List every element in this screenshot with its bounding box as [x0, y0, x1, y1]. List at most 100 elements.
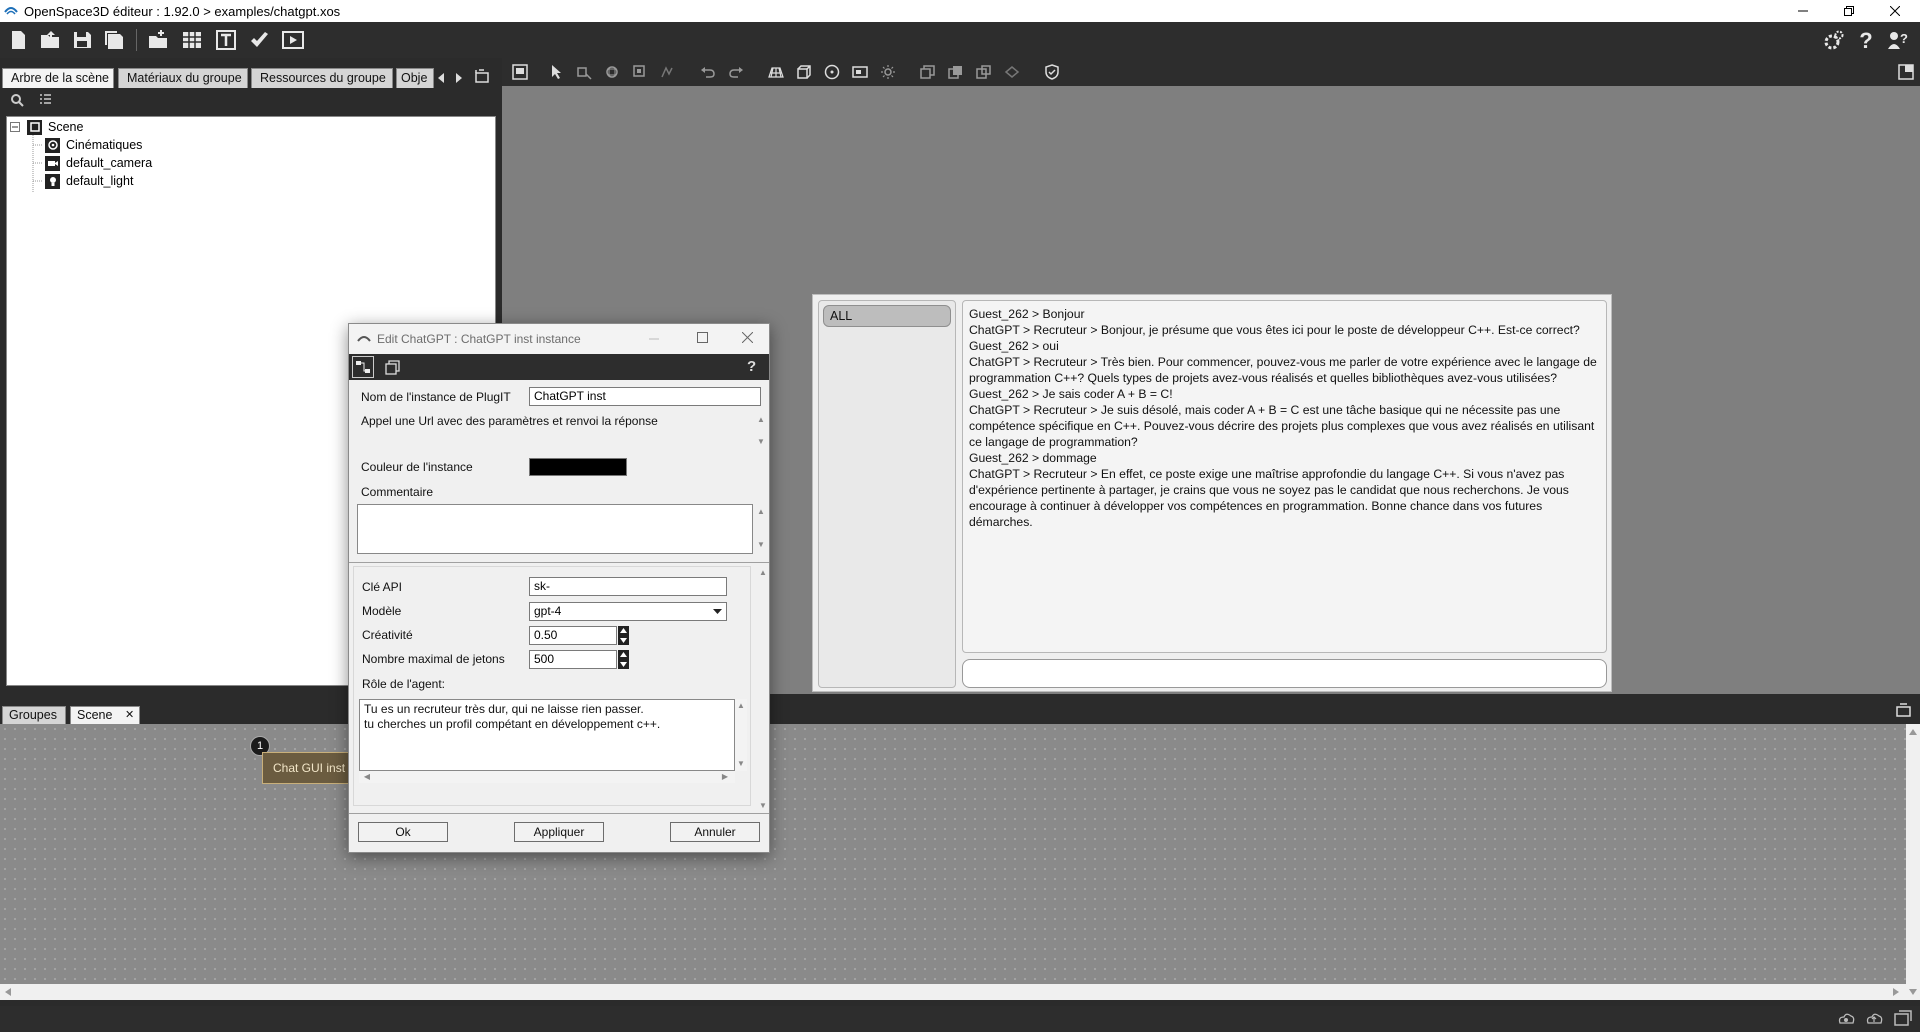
text-editor-button[interactable] [214, 28, 238, 52]
move-tool-button[interactable] [574, 63, 594, 81]
viewport-detach-button[interactable] [1896, 63, 1916, 81]
scroll-up-icon[interactable]: ▲ [735, 701, 747, 710]
scale-tool-button[interactable] [630, 63, 650, 81]
fullscreen-icon[interactable] [1894, 1010, 1912, 1028]
tab-scene[interactable]: Scene ✕ [70, 706, 140, 724]
undo-button[interactable] [698, 63, 718, 81]
graph-detach-icon[interactable] [1896, 702, 1912, 718]
cancel-button[interactable]: Annuler [670, 822, 760, 842]
save-button[interactable] [70, 28, 94, 52]
save-as-button[interactable] [102, 28, 126, 52]
restore-button[interactable] [1826, 0, 1872, 22]
model-select[interactable]: gpt-4 [529, 602, 727, 621]
chat-channel-all[interactable]: ALL [823, 305, 951, 327]
cloud-upload-icon[interactable] [1864, 1009, 1884, 1029]
search-icon[interactable] [10, 93, 24, 107]
shield-button[interactable] [1042, 63, 1062, 81]
tools-button[interactable] [247, 28, 271, 52]
redo-button[interactable] [726, 63, 746, 81]
run-button[interactable] [281, 28, 305, 52]
instance-name-input[interactable]: ChatGPT inst [529, 387, 761, 406]
tree-item-scene[interactable]: Scene [27, 118, 83, 136]
creativity-spinner[interactable]: 0.50 [529, 626, 617, 645]
agent-role-vscroll[interactable]: ▲ ▼ [735, 699, 747, 771]
tab-scroll-right-icon[interactable] [454, 72, 464, 84]
help-button[interactable]: ? [1854, 28, 1878, 52]
plugit-node-chat-gui[interactable]: Chat GUI inst [262, 752, 354, 784]
camera-view-button[interactable] [850, 63, 870, 81]
dialog-close-icon[interactable] [742, 332, 753, 343]
physics-button[interactable] [1002, 63, 1022, 81]
max-tokens-spinner[interactable]: 500 [529, 650, 617, 669]
settings-button[interactable] [1822, 28, 1846, 52]
stepper-down-icon[interactable] [620, 638, 627, 643]
comment-scroll-up-icon[interactable]: ▲ [755, 507, 767, 516]
layer-back-button[interactable] [946, 63, 966, 81]
dialog-minimize-icon[interactable] [649, 337, 659, 341]
graph-vertical-scrollbar[interactable] [1906, 724, 1920, 1000]
scroll-left-icon[interactable] [4, 988, 12, 996]
close-window-button[interactable] [1872, 0, 1918, 22]
stepper-up-icon[interactable] [620, 652, 627, 657]
copy-pages-icon[interactable] [385, 360, 401, 376]
instance-color-swatch[interactable] [529, 458, 627, 476]
ok-button[interactable]: Ok [358, 822, 448, 842]
tree-options-icon[interactable] [38, 93, 52, 107]
max-tokens-label: Nombre maximal de jetons [362, 652, 505, 666]
grid-view-button[interactable] [766, 63, 786, 81]
tab-scene-tree[interactable]: Arbre de la scène [2, 68, 114, 88]
graph-horizontal-scrollbar[interactable] [0, 984, 1906, 1000]
tree-item-cinematics[interactable]: Cinématiques [45, 136, 142, 154]
tree-item-default-camera[interactable]: default_camera [45, 154, 152, 172]
agent-role-hscroll[interactable]: ◀ ▶ [359, 771, 735, 783]
collapse-icon[interactable] [10, 122, 20, 132]
new-project-button[interactable] [6, 28, 30, 52]
sphere-view-button[interactable] [822, 63, 842, 81]
tab-groups[interactable]: Groupes [2, 706, 66, 724]
minimize-button[interactable] [1780, 0, 1826, 22]
chat-input[interactable] [962, 659, 1607, 688]
tab-group-materials[interactable]: Matériaux du groupe [118, 68, 248, 88]
tab-scroll-left-icon[interactable] [436, 72, 446, 84]
light-view-button[interactable] [878, 63, 898, 81]
world-tool-button[interactable] [658, 63, 678, 81]
add-group-button[interactable] [146, 28, 170, 52]
scroll-right-icon[interactable]: ▶ [719, 772, 731, 781]
agent-role-textarea[interactable]: Tu es un recruteur très dur, qui ne lais… [359, 699, 735, 771]
bounding-box-button[interactable] [794, 63, 814, 81]
scroll-left-icon[interactable]: ◀ [361, 772, 373, 781]
panel-detach-icon[interactable] [474, 68, 490, 84]
api-key-input[interactable]: sk- [529, 577, 727, 596]
tab-objects[interactable]: Obje [396, 68, 434, 88]
max-tokens-stepper[interactable] [618, 650, 629, 669]
stepper-down-icon[interactable] [620, 662, 627, 667]
scroll-down-icon[interactable]: ▼ [735, 759, 747, 768]
dialog-help-icon[interactable]: ? [747, 358, 756, 375]
creativity-stepper[interactable] [618, 626, 629, 645]
viewport-mode-button[interactable] [510, 63, 530, 81]
about-button[interactable]: ? [1886, 28, 1910, 52]
scroll-up-icon[interactable] [1909, 728, 1917, 736]
tab-group-resources[interactable]: Ressources du groupe [251, 68, 393, 88]
open-project-button[interactable] [38, 28, 62, 52]
params-scroll-up-icon[interactable]: ▲ [757, 568, 769, 577]
scroll-right-icon[interactable] [1892, 988, 1900, 996]
comment-textarea[interactable] [357, 504, 753, 554]
params-tab-button[interactable] [352, 356, 374, 378]
select-tool-button[interactable] [546, 63, 566, 81]
description-scroll-down-icon[interactable]: ▼ [755, 437, 767, 446]
params-scroll-down-icon[interactable]: ▼ [757, 801, 769, 810]
comment-scroll-down-icon[interactable]: ▼ [755, 540, 767, 549]
dialog-maximize-icon[interactable] [697, 332, 708, 343]
close-tab-icon[interactable]: ✕ [125, 707, 134, 724]
description-scroll-up-icon[interactable]: ▲ [755, 415, 767, 424]
stepper-up-icon[interactable] [620, 628, 627, 633]
duplicate-button[interactable] [974, 63, 994, 81]
layer-front-button[interactable] [918, 63, 938, 81]
resources-button[interactable] [180, 28, 204, 52]
cloud-sync-icon[interactable] [1836, 1009, 1856, 1029]
apply-button[interactable]: Appliquer [514, 822, 604, 842]
rotate-tool-button[interactable] [602, 63, 622, 81]
scroll-down-icon[interactable] [1909, 988, 1917, 996]
tree-item-default-light[interactable]: default_light [45, 172, 133, 190]
